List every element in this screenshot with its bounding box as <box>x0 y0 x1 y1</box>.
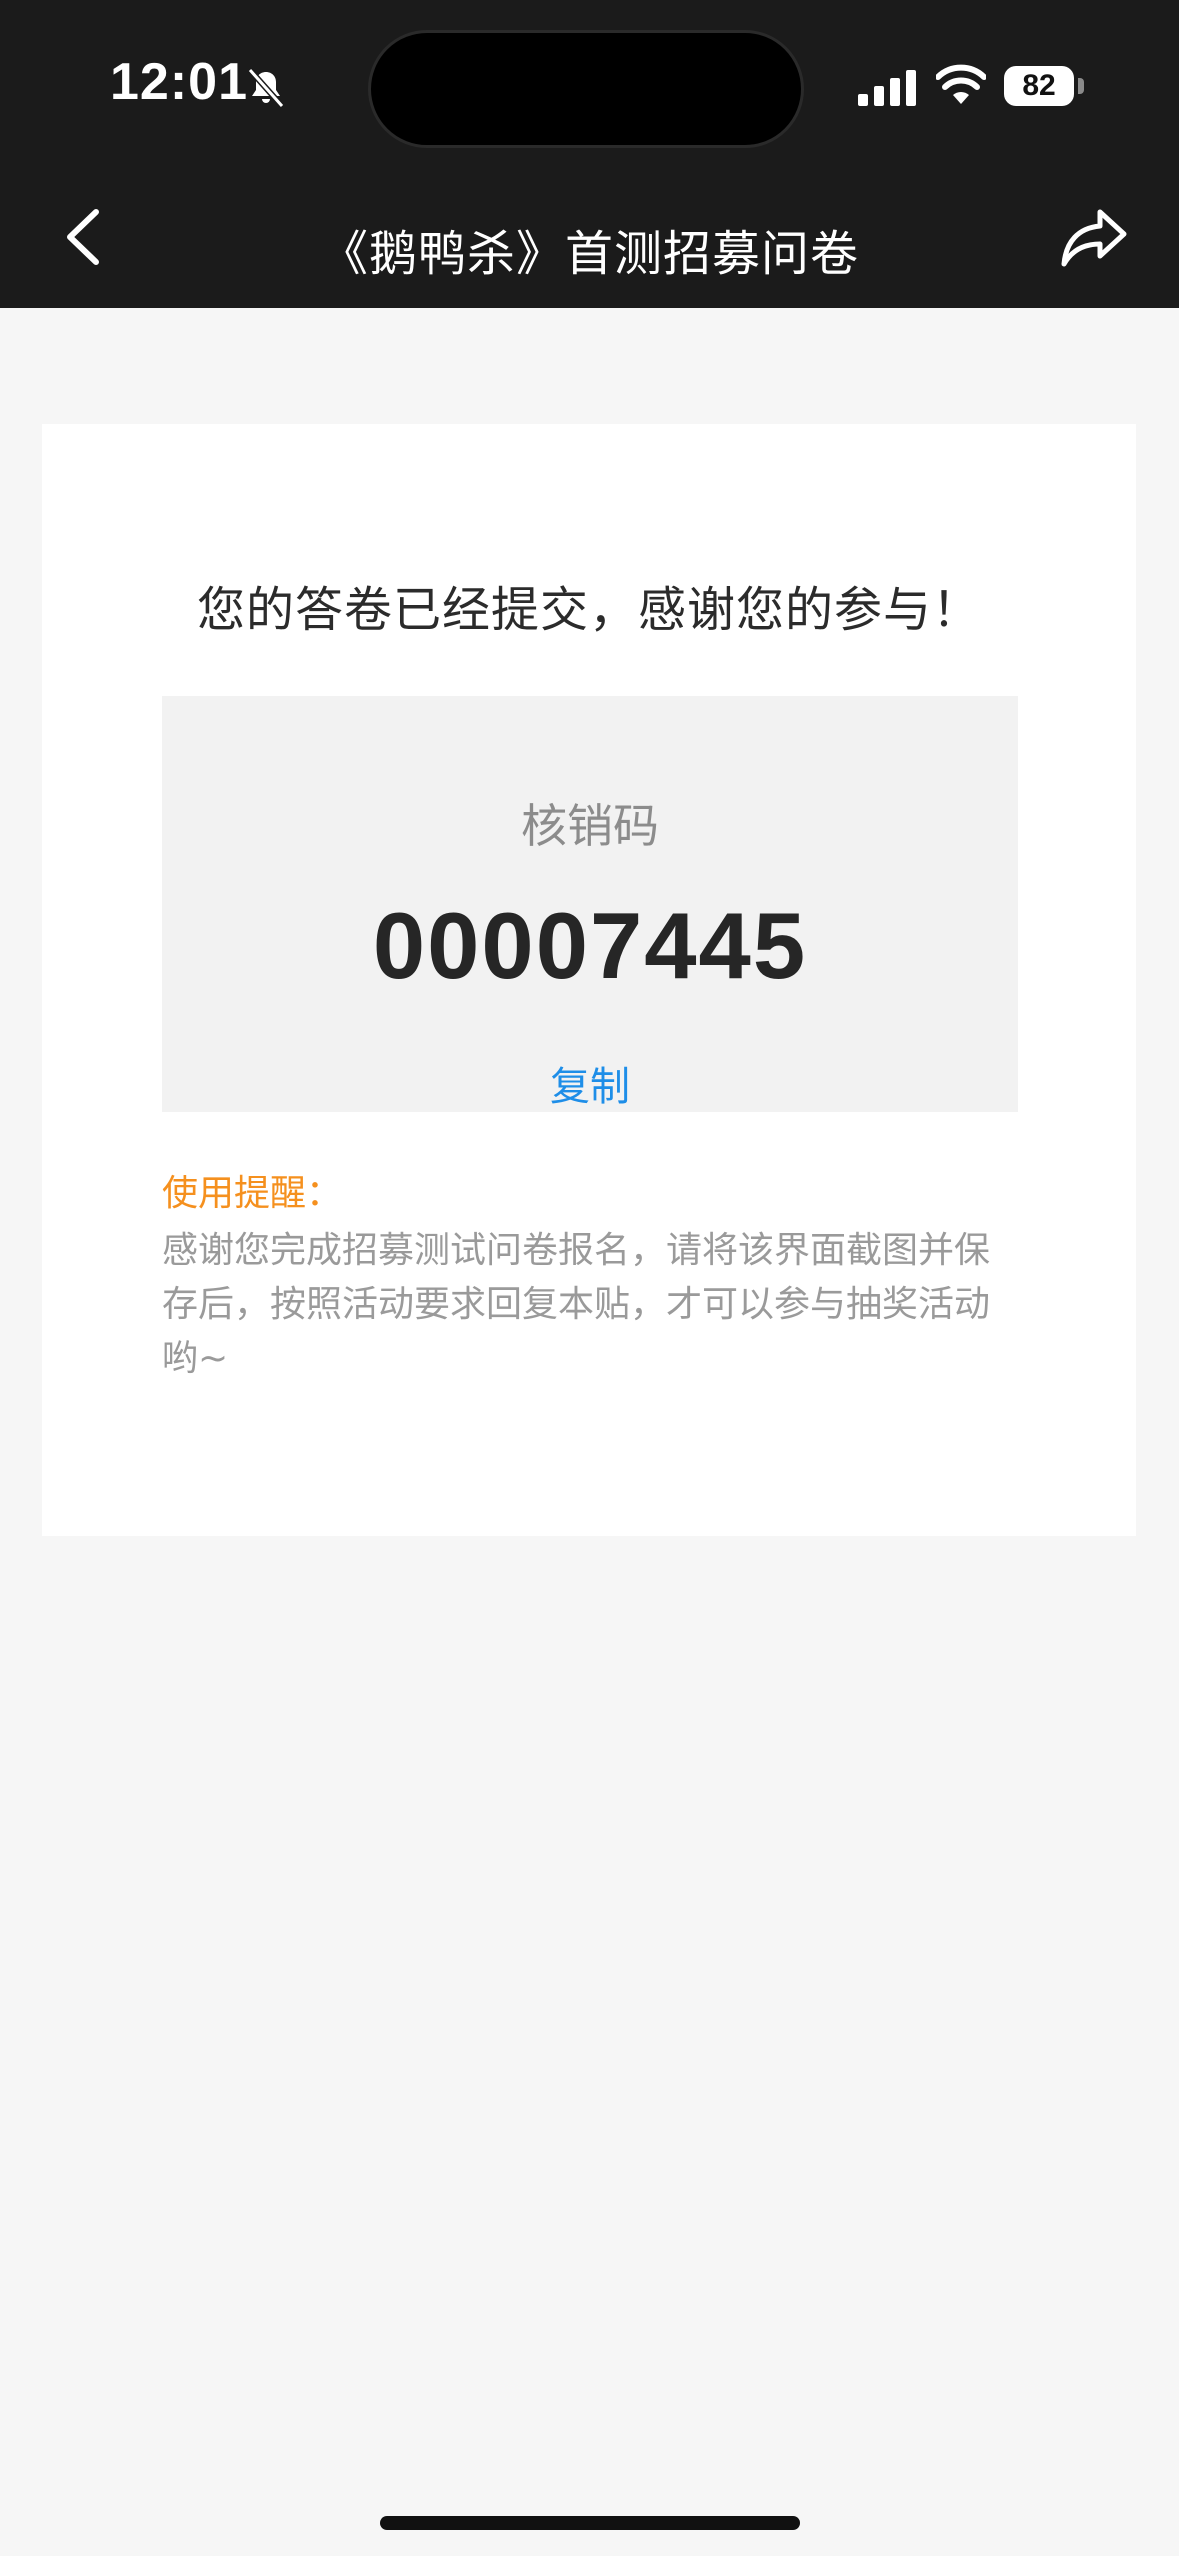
code-label: 核销码 <box>521 799 659 853</box>
share-icon[interactable] <box>1060 206 1128 268</box>
wifi-icon <box>936 64 986 104</box>
battery-tip <box>1078 78 1084 94</box>
code-value: 00007445 <box>372 893 808 998</box>
status-bar: 12:01 82 <box>0 0 1179 170</box>
result-card: 您的答卷已经提交，感谢您的参与！ 核销码 00007445 复制 使用提醒： 感… <box>42 424 1136 1536</box>
home-indicator[interactable] <box>380 2516 800 2530</box>
reminder-text: 感谢您完成招募测试问卷报名，请将该界面截图并保存后，按照活动要求回复本贴，才可以… <box>162 1230 991 1379</box>
success-message: 您的答卷已经提交，感谢您的参与！ <box>196 582 981 638</box>
dynamic-island <box>368 30 804 148</box>
verification-code-box: 核销码 00007445 复制 <box>162 696 1018 1112</box>
bell-slash-icon <box>247 68 285 108</box>
signal-icon <box>858 70 916 106</box>
status-time: 12:01 <box>110 53 248 111</box>
nav-bar: 《鹅鸭杀》首测招募问卷 <box>0 170 1179 308</box>
reminder-title: 使用提醒： <box>162 1173 343 1214</box>
copy-button[interactable]: 复制 <box>162 1054 1018 1112</box>
page-title: 《鹅鸭杀》首测招募问卷 <box>319 226 859 282</box>
battery-icon: 82 <box>1004 66 1074 106</box>
top-header: 12:01 82 《鹅鸭杀》首测招募问卷 <box>0 0 1179 308</box>
